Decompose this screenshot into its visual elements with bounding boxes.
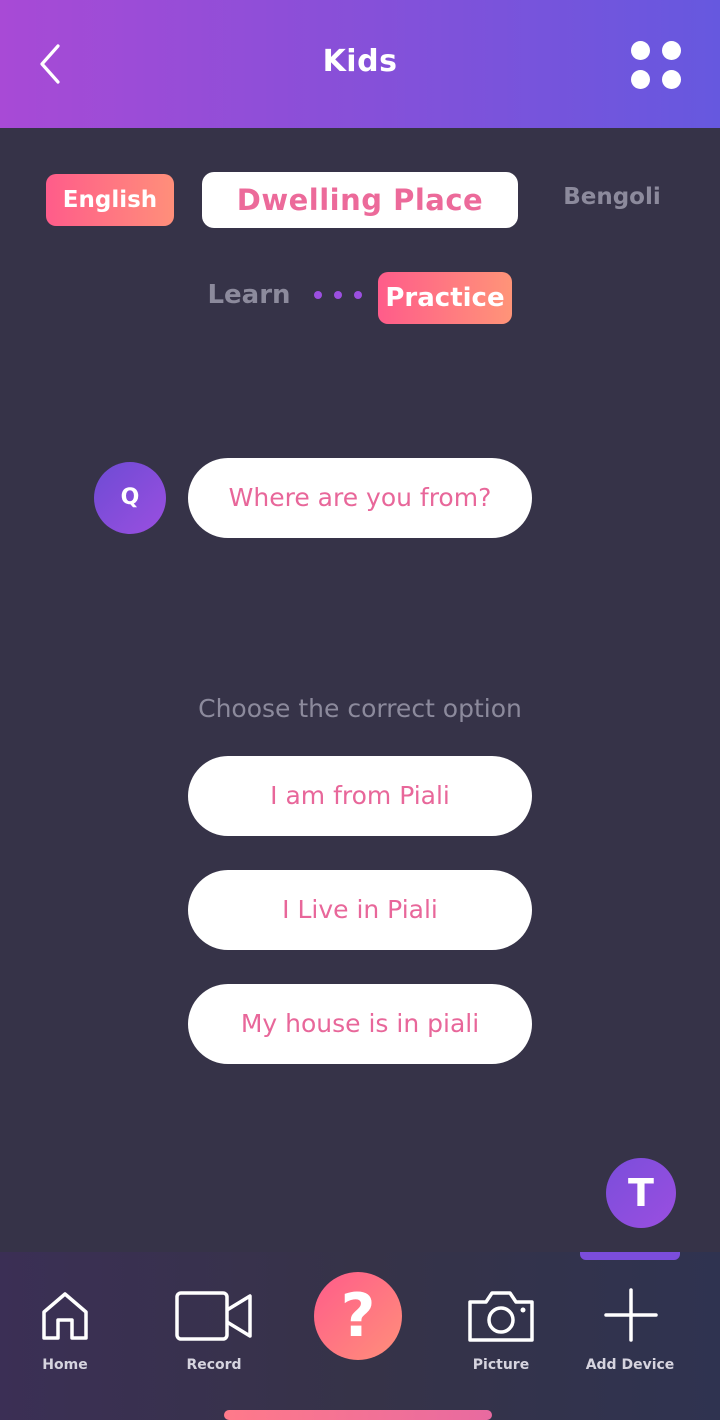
nav-item-home[interactable]: Home — [0, 1252, 130, 1382]
nav-label-picture: Picture — [472, 1357, 530, 1373]
nav-item-record[interactable]: Record — [150, 1252, 278, 1382]
home-icon — [42, 1292, 88, 1340]
answer-option-2[interactable]: I Live in Piali — [188, 870, 532, 950]
help-button[interactable]: ? — [314, 1272, 402, 1360]
home-indicator — [224, 1410, 492, 1420]
nav-item-add-device[interactable]: Add Device — [580, 1252, 680, 1382]
active-tab-indicator — [580, 1252, 680, 1260]
four-dots-grid-icon[interactable] — [628, 38, 684, 92]
source-language-pill[interactable]: English — [46, 174, 174, 226]
target-language-label[interactable]: Bengoli — [548, 184, 676, 210]
question-avatar: Q — [94, 462, 166, 534]
nav-item-picture[interactable]: Picture — [436, 1252, 566, 1382]
topic-pill[interactable]: Dwelling Place — [202, 172, 518, 228]
nav-label-add-device: Add Device — [585, 1357, 675, 1373]
nav-label-record: Record — [186, 1357, 242, 1373]
answer-option-1[interactable]: I am from Piali — [188, 756, 532, 836]
top-app-bar: Kids — [0, 0, 720, 128]
answer-option-3[interactable]: My house is in piali — [188, 984, 532, 1064]
dots-separator-icon — [312, 291, 364, 301]
page-title: Kids — [322, 44, 398, 79]
video-camera-icon — [175, 1291, 252, 1341]
instruction-text: Choose the correct option — [198, 694, 522, 723]
tab-practice[interactable]: Practice — [378, 272, 512, 324]
question-bubble: Where are you from? — [188, 458, 532, 538]
floating-avatar-button[interactable]: T — [606, 1158, 676, 1228]
nav-label-home: Home — [42, 1357, 88, 1373]
camera-icon — [468, 1291, 534, 1342]
tab-learn[interactable]: Learn — [200, 280, 298, 310]
plus-icon — [604, 1288, 658, 1342]
